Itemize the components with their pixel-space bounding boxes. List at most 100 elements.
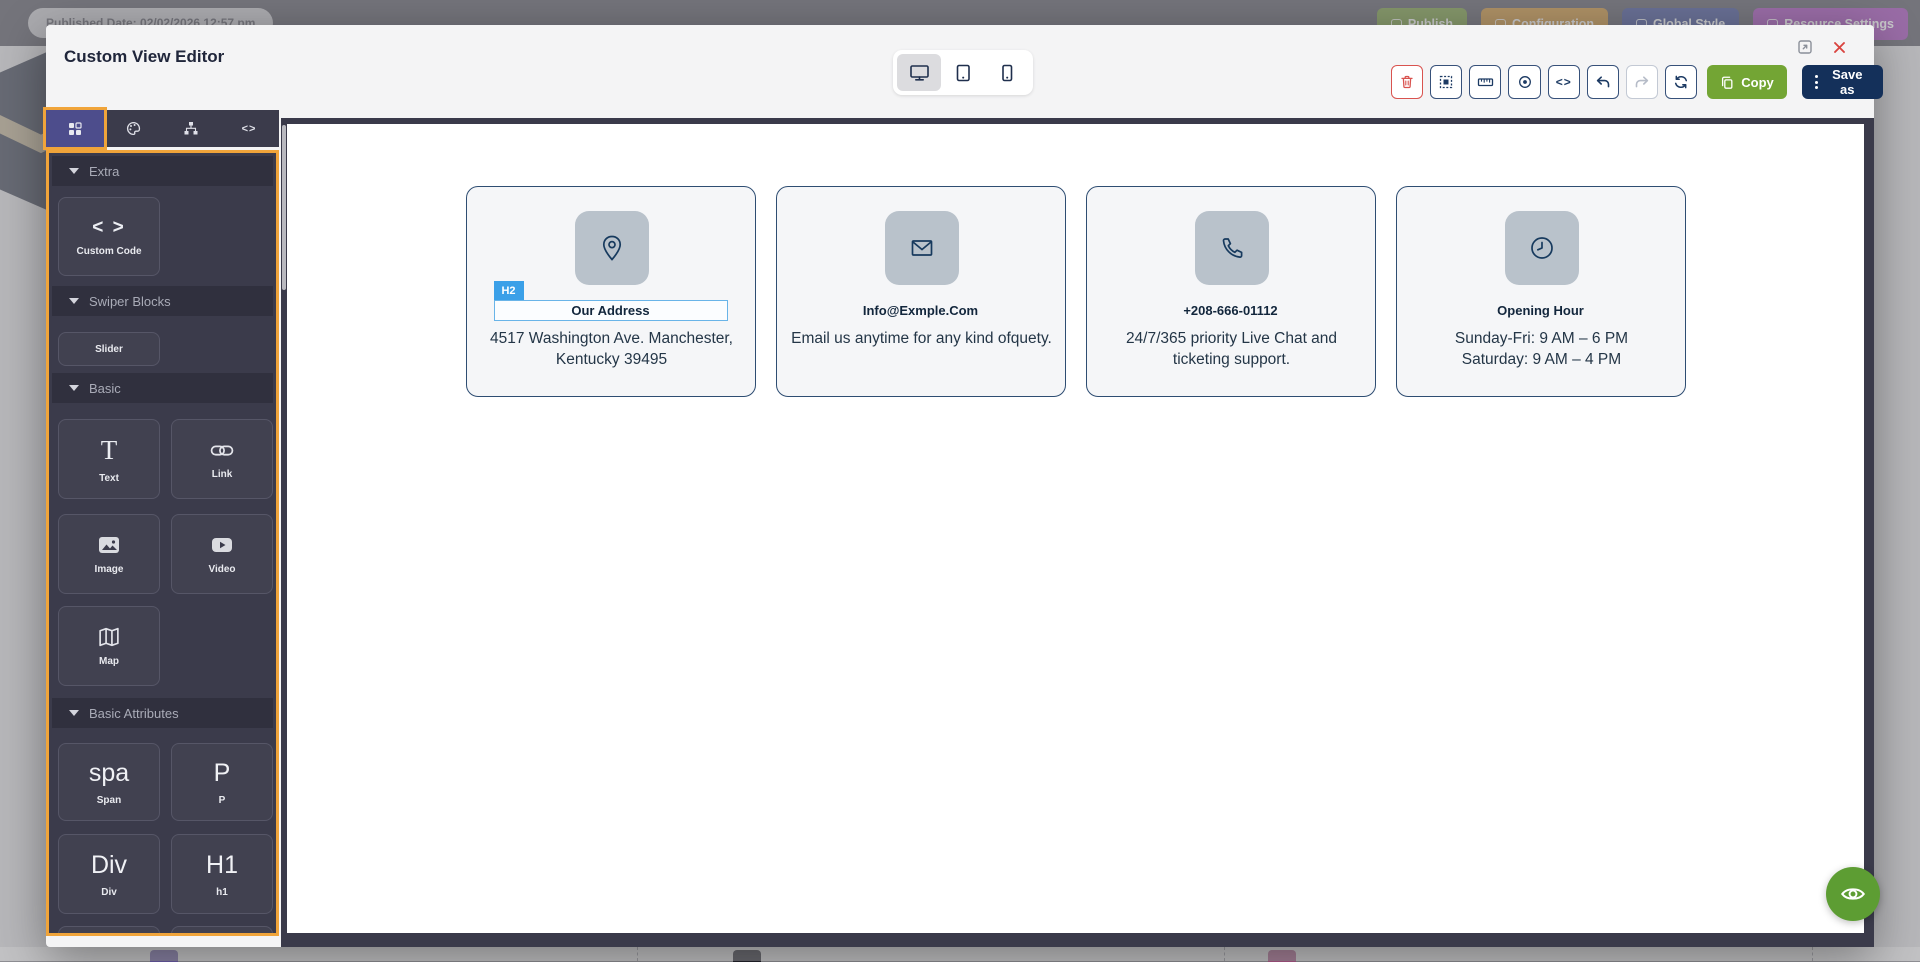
card-heading[interactable]: Opening Hour: [1424, 300, 1658, 321]
kebab-menu-icon: [1815, 75, 1818, 89]
code-brackets-icon: < >: [92, 217, 125, 239]
widget-tile-p[interactable]: P P: [171, 743, 273, 821]
code-icon: <>: [242, 123, 257, 135]
video-icon: [210, 533, 234, 557]
card-body[interactable]: Sunday-Fri: 9 AM – 6 PM Saturday: 9 AM –…: [1407, 328, 1677, 370]
section-header-basic[interactable]: Basic: [52, 373, 273, 403]
widget-tile-div[interactable]: Div Div: [58, 834, 160, 914]
editor-canvas[interactable]: H2 Our Address 4517 Washington Ave. Manc…: [287, 124, 1864, 933]
close-icon: [1832, 40, 1847, 55]
device-tablet-button[interactable]: [941, 54, 985, 91]
selection-tag-h2: H2: [494, 281, 524, 300]
h1-glyph: H1: [206, 851, 238, 880]
sitemap-icon: [183, 121, 199, 136]
undo-button[interactable]: [1587, 65, 1619, 99]
card-body-line: Sunday-Fri: 9 AM – 6 PM: [1407, 328, 1677, 349]
card-body[interactable]: 24/7/365 priority Live Chat and ticketin…: [1097, 328, 1367, 370]
card-heading[interactable]: Info@Exmple.Com: [804, 300, 1038, 321]
div-glyph: Div: [91, 851, 127, 880]
canvas-frame: H2 Our Address 4517 Washington Ave. Manc…: [281, 118, 1874, 947]
widget-tile-partial[interactable]: [171, 926, 273, 936]
sidebar-tab-widgets[interactable]: [46, 110, 104, 147]
section-title: Extra: [89, 164, 119, 179]
card-opening-hour[interactable]: Opening Hour Sunday-Fri: 9 AM – 6 PM Sat…: [1396, 186, 1686, 397]
copy-icon: [1720, 75, 1734, 90]
section-header-extra[interactable]: Extra: [52, 156, 273, 186]
ruler-button[interactable]: [1469, 65, 1501, 99]
copy-button[interactable]: Copy: [1707, 65, 1787, 99]
copy-label: Copy: [1741, 75, 1774, 90]
contact-cards-row: H2 Our Address 4517 Washington Ave. Manc…: [287, 186, 1864, 397]
phone-icon: [1216, 232, 1248, 264]
widget-tile-slider[interactable]: Slider: [58, 332, 160, 366]
chevron-down-icon: [69, 385, 79, 391]
section-title: Basic Attributes: [89, 706, 179, 721]
select-all-button[interactable]: [1430, 65, 1462, 99]
card-heading-selected[interactable]: Our Address: [494, 300, 728, 321]
tile-label: Text: [99, 473, 119, 484]
widget-tile-map[interactable]: Map: [58, 606, 160, 686]
widget-tile-span[interactable]: spa Span: [58, 743, 160, 821]
widgets-panel: Extra < > Custom Code Swiper Blocks Slid…: [46, 150, 279, 936]
redo-button[interactable]: [1626, 65, 1658, 99]
sidebar-scrollbar[interactable]: [282, 125, 286, 290]
widget-tile-partial[interactable]: [58, 926, 160, 936]
widgets-grid-icon: [68, 122, 82, 136]
chevron-down-icon: [69, 710, 79, 716]
clock-icon: [1526, 232, 1558, 264]
card-email[interactable]: Info@Exmple.Com Email us anytime for any…: [776, 186, 1066, 397]
marquee-select-icon: [1438, 74, 1454, 90]
widget-tile-text[interactable]: T Text: [58, 419, 160, 499]
device-mobile-button[interactable]: [985, 54, 1029, 91]
sidebar-tab-styles[interactable]: [104, 110, 162, 147]
span-glyph: spa: [89, 759, 129, 788]
sidebar-tab-structure[interactable]: [162, 110, 220, 147]
link-icon: [210, 438, 234, 462]
card-body[interactable]: Email us anytime for any kind ofquety.: [787, 328, 1057, 349]
location-pin-icon: [596, 232, 628, 264]
preview-button[interactable]: [1508, 65, 1540, 99]
preview-fab-button[interactable]: [1826, 867, 1880, 921]
ruler-icon: [1477, 74, 1494, 90]
tile-label: Image: [95, 564, 124, 575]
close-button[interactable]: [1830, 38, 1848, 56]
tile-label: Link: [212, 469, 233, 480]
section-title: Basic: [89, 381, 121, 396]
tile-label: Span: [97, 795, 121, 806]
section-header-swiper-blocks[interactable]: Swiper Blocks: [52, 286, 273, 316]
expand-button[interactable]: [1796, 38, 1814, 56]
card-icon-box: [1505, 211, 1579, 285]
widget-tile-h1[interactable]: H1 h1: [171, 834, 273, 914]
tablet-icon: [953, 63, 973, 83]
refresh-button[interactable]: [1665, 65, 1697, 99]
card-phone[interactable]: +208-666-01112 24/7/365 priority Live Ch…: [1086, 186, 1376, 397]
code-button[interactable]: <>: [1548, 65, 1580, 99]
card-body[interactable]: 4517 Washington Ave. Manchester, Kentuck…: [477, 328, 747, 370]
card-icon-box: [575, 211, 649, 285]
card-heading[interactable]: +208-666-01112: [1114, 300, 1348, 321]
tile-label: h1: [216, 887, 228, 898]
card-body-line: ticketing support.: [1097, 349, 1367, 370]
widget-tile-video[interactable]: Video: [171, 514, 273, 594]
tile-label: Map: [99, 656, 119, 667]
card-body-line: Kentucky 39495: [477, 349, 747, 370]
save-as-button[interactable]: Save as: [1802, 65, 1883, 99]
widget-tile-custom-code[interactable]: < > Custom Code: [58, 197, 160, 276]
card-address[interactable]: H2 Our Address 4517 Washington Ave. Manc…: [466, 186, 756, 397]
widget-tile-link[interactable]: Link: [171, 419, 273, 499]
eye-icon: [1839, 880, 1867, 908]
modal-title: Custom View Editor: [64, 47, 224, 67]
section-header-basic-attributes[interactable]: Basic Attributes: [52, 698, 273, 728]
card-body-line: 4517 Washington Ave. Manchester,: [477, 328, 747, 349]
tile-label: Custom Code: [77, 246, 142, 257]
card-icon-box: [1195, 211, 1269, 285]
widget-tile-image[interactable]: Image: [58, 514, 160, 594]
trash-icon: [1399, 74, 1415, 90]
delete-button[interactable]: [1391, 65, 1423, 99]
preview-eye-icon: [1517, 74, 1533, 90]
chevron-down-icon: [69, 168, 79, 174]
device-desktop-button[interactable]: [897, 54, 941, 91]
card-body-line: Saturday: 9 AM – 4 PM: [1407, 349, 1677, 370]
palette-icon: [126, 121, 141, 136]
sidebar-tab-code[interactable]: <>: [220, 110, 278, 147]
